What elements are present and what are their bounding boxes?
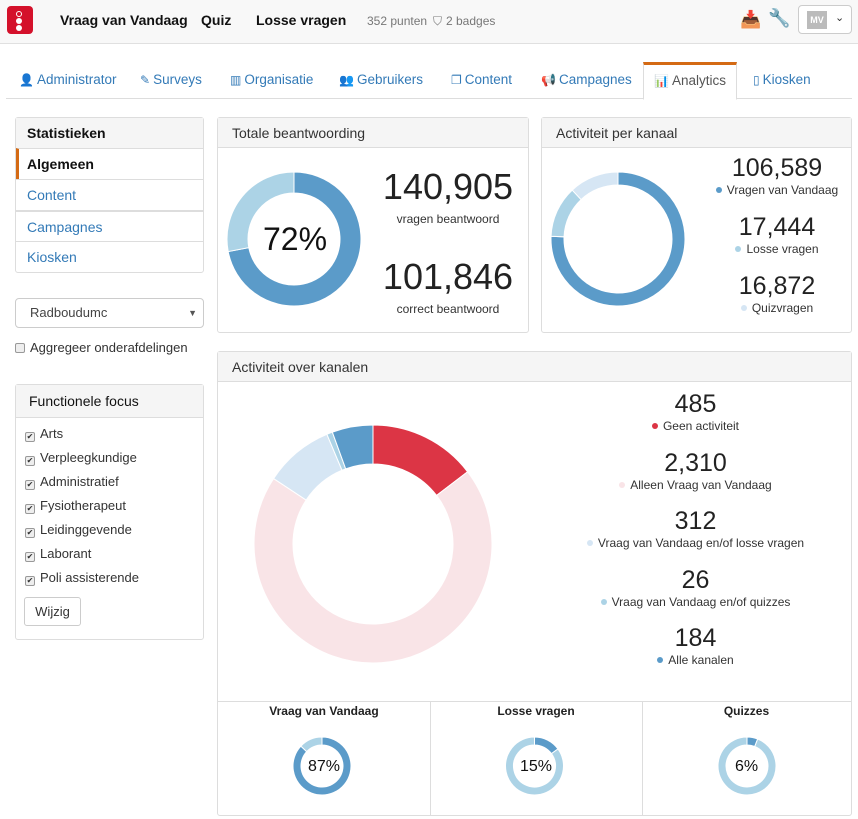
donut-charts [226, 171, 777, 796]
channel-donut-segment [550, 189, 582, 238]
total-donut-segment [226, 171, 295, 253]
activity-donut-segment [253, 471, 493, 664]
channel-donut-segment [571, 171, 619, 201]
mini-donut-segment [300, 736, 323, 753]
mini-donut-segment [717, 736, 777, 796]
